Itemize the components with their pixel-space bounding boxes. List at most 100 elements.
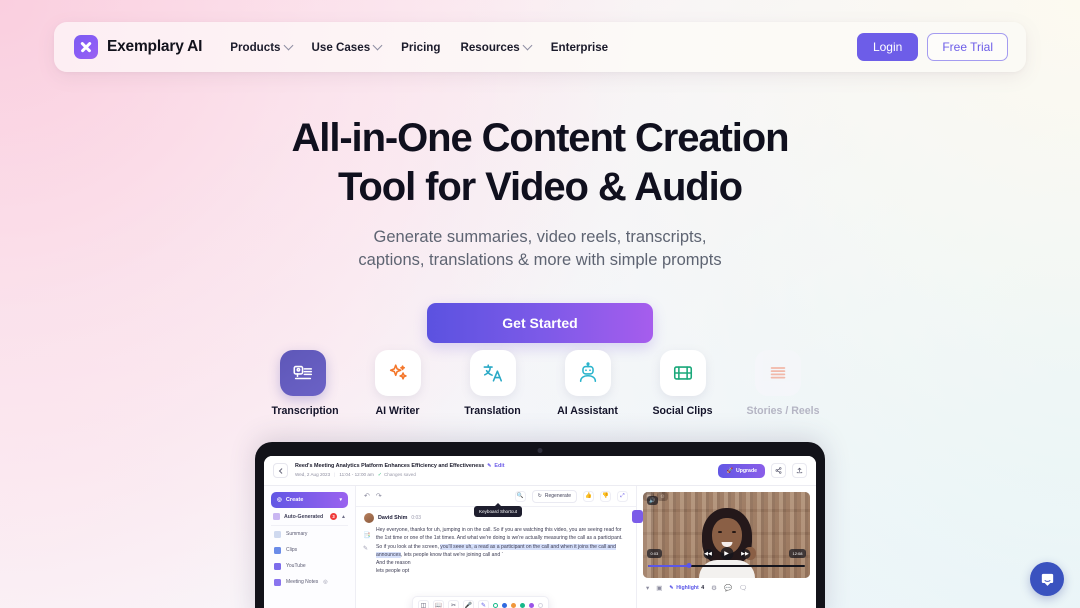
sidebar-item-label: Clips — [286, 547, 298, 553]
nav-item-label: Enterprise — [550, 40, 609, 54]
chevron-down-icon: ▾ — [339, 497, 342, 503]
brand-name: Exemplary AI — [107, 38, 203, 55]
feature-tab-label: AI Assistant — [557, 405, 618, 417]
sidebar-item-youtube[interactable]: YouTube — [271, 558, 348, 574]
keyboard-shortcut-tooltip: Keyboard Shortcut — [474, 506, 523, 517]
transcript-text[interactable]: Hey everyone, thanks for uh, jumping in … — [356, 526, 636, 576]
hero-subtitle: Generate summaries, video reels, transcr… — [0, 226, 1080, 273]
video-progress-bar[interactable] — [648, 563, 805, 569]
notes-icon — [274, 578, 281, 586]
feature-tab-label: Transcription — [271, 405, 339, 417]
reply-icon[interactable]: 🗨 — [739, 584, 747, 592]
document-icon — [273, 513, 280, 520]
export-button[interactable] — [792, 463, 807, 478]
saved-status: ✓ Changes saved — [378, 472, 416, 478]
sidebar-item-label: YouTube — [286, 563, 306, 569]
back-button[interactable] — [273, 463, 288, 478]
feature-tab-translation[interactable]: Translation — [462, 350, 524, 417]
color-swatch-teal[interactable] — [520, 603, 525, 608]
forward-button[interactable]: ▶▶ — [740, 548, 750, 559]
undo-icon[interactable]: ↶ — [364, 492, 370, 500]
play-button[interactable]: ▶ — [720, 547, 733, 560]
video-bottom-toolbar: ▾ ▣ ✎ Highlight 4 ⚙ 💬 🗨 — [643, 578, 810, 592]
intercom-chat-button[interactable] — [1030, 562, 1064, 596]
nav-item-resources[interactable]: Resources — [460, 40, 533, 54]
upgrade-button[interactable]: 🚀 Upgrade — [718, 463, 765, 478]
feature-tab-ai-assistant[interactable]: AI Assistant — [557, 350, 619, 417]
transcript-segment-tail-2: lets people opt — [376, 568, 410, 575]
color-swatch-purple[interactable] — [529, 603, 534, 608]
login-button[interactable]: Login — [856, 33, 919, 61]
app-sidebar: ◎ Create ▾ Auto-Generated 3 ▲ Summary Cl… — [264, 486, 356, 608]
nav-item-pricing[interactable]: Pricing — [401, 41, 440, 54]
pencil-icon: ✎ — [487, 463, 492, 470]
microphone-icon[interactable]: 🎤 — [463, 600, 474, 608]
app-meta: Wed, 2 Aug 2023 | 11:04 - 12:00 am ✓ Cha… — [295, 472, 505, 478]
refresh-icon: ↻ — [537, 493, 542, 499]
nav-item-use-cases[interactable]: Use Cases — [312, 40, 383, 54]
transcript-segment-tail-1: And the reason — [376, 560, 411, 566]
feature-tab-stories-reels[interactable]: Stories / Reels — [746, 350, 820, 417]
color-swatch-none[interactable] — [538, 603, 543, 608]
redo-icon[interactable]: ↷ — [376, 492, 382, 500]
note-icon[interactable]: 📑 — [363, 532, 370, 539]
nav-item-enterprise[interactable]: Enterprise — [551, 41, 608, 54]
sparkles-icon — [374, 350, 421, 396]
video-player[interactable]: 🔊 ▦ ⚙ 0:03 12:08 ◀◀ ▶ ▶▶ — [643, 492, 810, 578]
video-progress-knob[interactable] — [686, 563, 692, 569]
brand-logo[interactable]: Exemplary AI — [74, 35, 202, 59]
thumbs-up-icon[interactable]: 👍 — [583, 490, 594, 502]
chevron-down-icon — [372, 40, 383, 50]
edit-link[interactable]: Edit — [494, 463, 504, 469]
create-label: Create — [285, 497, 304, 503]
create-button[interactable]: ◎ Create ▾ — [271, 492, 348, 508]
feature-tab-ai-writer[interactable]: AI Writer — [367, 350, 429, 417]
color-swatch-blue[interactable] — [502, 603, 507, 608]
sidebar-item-clips[interactable]: Clips — [271, 542, 348, 558]
scissors-icon[interactable]: ✂ — [448, 600, 459, 608]
regenerate-button[interactable]: ↻ Regenerate — [531, 489, 577, 503]
layout-icon[interactable]: ◫ — [418, 600, 429, 608]
sidebar-item-auto-generated[interactable]: Auto-Generated 3 ▲ — [271, 508, 348, 526]
chevron-down-icon[interactable]: ▾ — [646, 584, 649, 592]
share-button[interactable] — [771, 463, 786, 478]
main-navbar: Exemplary AI Products Use Cases Pricing … — [54, 22, 1026, 72]
book-icon[interactable]: 📖 — [433, 600, 444, 608]
translate-icon — [469, 350, 516, 396]
purple-accent-chip — [632, 510, 643, 523]
comment-icon[interactable]: 💬 — [724, 584, 732, 592]
transcript-segment-after: , lets people know that we're joining ca… — [400, 551, 503, 558]
color-swatch-green[interactable] — [493, 603, 498, 608]
film-strip-icon — [659, 350, 706, 396]
meeting-time: 11:04 - 12:00 am — [339, 472, 374, 478]
rewind-button[interactable]: ◀◀ — [703, 548, 713, 559]
nav-item-products[interactable]: Products — [230, 40, 293, 54]
feature-tab-label: Stories / Reels — [746, 405, 820, 417]
speaker-name: David Shim — [378, 515, 408, 521]
thumbs-down-icon[interactable]: 👎 — [600, 490, 611, 502]
mute-button[interactable]: 🔊 — [647, 496, 658, 505]
search-icon[interactable]: 🔍 — [514, 490, 526, 502]
sticker-icon[interactable]: ⚙ — [711, 584, 717, 592]
get-started-button[interactable]: Get Started — [427, 302, 653, 343]
sidebar-item-summary[interactable]: Summary — [271, 526, 348, 542]
highlighter-icon[interactable]: ✎ — [363, 545, 370, 552]
transcription-icon — [279, 350, 326, 396]
highlighter-pen-icon[interactable]: ✎ — [478, 600, 489, 608]
headline-line-1: All-in-One Content Creation — [291, 116, 790, 160]
plus-circle-icon: ◎ — [277, 497, 282, 503]
subject-eye-left — [717, 531, 722, 534]
free-trial-button[interactable]: Free Trial — [927, 33, 1008, 61]
feature-tab-social-clips[interactable]: Social Clips — [652, 350, 714, 417]
app-header-text: Reed's Meeting Analytics Platform Enhanc… — [295, 463, 505, 478]
fullscreen-icon[interactable]: ⤢ — [617, 490, 628, 502]
feature-tab-transcription[interactable]: Transcription — [271, 350, 339, 417]
sidebar-item-meeting-notes[interactable]: Meeting Notes ◎ — [271, 574, 348, 590]
color-swatch-orange[interactable] — [511, 603, 516, 608]
formatting-toolbar: ◫ 📖 ✂ 🎤 ✎ — [412, 596, 549, 608]
highlight-tool[interactable]: ✎ Highlight 4 — [669, 585, 704, 591]
summary-icon — [274, 530, 281, 538]
video-total-time: 12:08 — [788, 549, 806, 558]
app-title-row: Reed's Meeting Analytics Platform Enhanc… — [295, 463, 505, 469]
crop-icon[interactable]: ▣ — [656, 584, 662, 592]
